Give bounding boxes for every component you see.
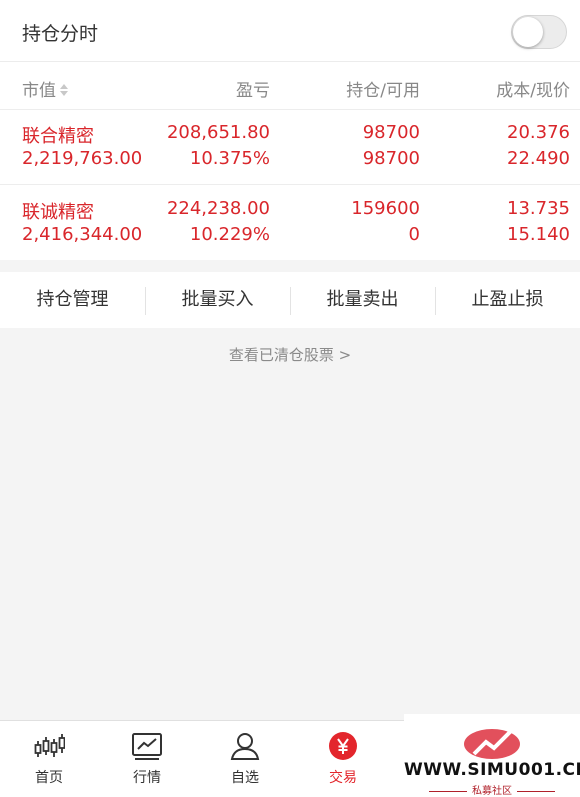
person-icon [230,733,260,760]
column-header-holding: 持仓/可用 [346,81,420,101]
header: 持仓分时 [0,0,580,62]
cost-price: 13.735 [507,198,570,219]
view-cleared-stocks-link[interactable]: 查看已清仓股票 > [0,344,580,365]
tab-watchlist[interactable]: 自选 [196,721,294,797]
tab-market[interactable]: 行情 [98,721,196,797]
tab-trade[interactable]: 交易 [294,721,392,797]
column-header-market-value[interactable]: 市值 [22,76,69,101]
stock-name: 联诚精密 [22,202,94,223]
table-row[interactable]: 联诚精密 2,416,344.00 224,238.00 10.229% 159… [0,186,580,261]
table-header: 市值 盈亏 持仓/可用 成本/现价 [0,62,580,110]
holdings-table: 市值 盈亏 持仓/可用 成本/现价 联合精密 2,219,763.00 208,… [0,62,580,260]
toggle-knob [513,17,543,47]
tab-label: 自选 [231,770,259,786]
batch-buy-button[interactable]: 批量买入 [145,272,290,328]
tab-home[interactable]: 首页 [0,721,98,797]
pnl-percent: 10.375% [189,148,270,169]
watermark-logo-icon [464,724,520,759]
market-value: 2,219,763.00 [22,148,143,169]
current-price: 22.490 [507,148,570,169]
market-value: 2,416,344.00 [22,224,143,245]
column-header-cost: 成本/现价 [496,81,570,101]
tab-label: 行情 [133,770,161,786]
current-price: 15.140 [507,224,570,245]
pnl-amount: 208,651.80 [166,122,270,143]
pnl-amount: 224,238.00 [166,198,270,219]
pnl-percent: 10.229% [189,224,270,245]
manage-holdings-button[interactable]: 持仓管理 [0,272,145,328]
batch-sell-button[interactable]: 批量卖出 [290,272,435,328]
watermark-subtext: 私募社区 [404,782,580,797]
available-qty: 98700 [362,148,420,169]
table-row[interactable]: 联合精密 2,219,763.00 208,651.80 10.375% 987… [0,110,580,185]
sort-icon [60,84,68,96]
tab-label: 交易 [329,770,357,786]
candlestick-icon [34,734,65,757]
action-bar: 持仓管理 批量买入 批量卖出 止盈止损 [0,272,580,328]
page-title: 持仓分时 [22,23,99,45]
yen-icon [329,732,357,760]
holding-qty: 98700 [362,122,420,143]
holding-qty: 159600 [351,198,420,219]
tab-label: 首页 [35,770,63,786]
holding-intraday-toggle[interactable] [511,15,567,49]
watermark-text: WWW.SIMU001.CN [404,760,580,780]
take-profit-stop-loss-button[interactable]: 止盈止损 [435,272,580,328]
available-qty: 0 [408,224,420,245]
chart-icon [132,733,162,760]
column-header-pnl: 盈亏 [236,81,270,101]
watermark: WWW.SIMU001.CN 私募社区 [404,714,580,797]
stock-name: 联合精密 [22,126,94,147]
cost-price: 20.376 [507,122,570,143]
